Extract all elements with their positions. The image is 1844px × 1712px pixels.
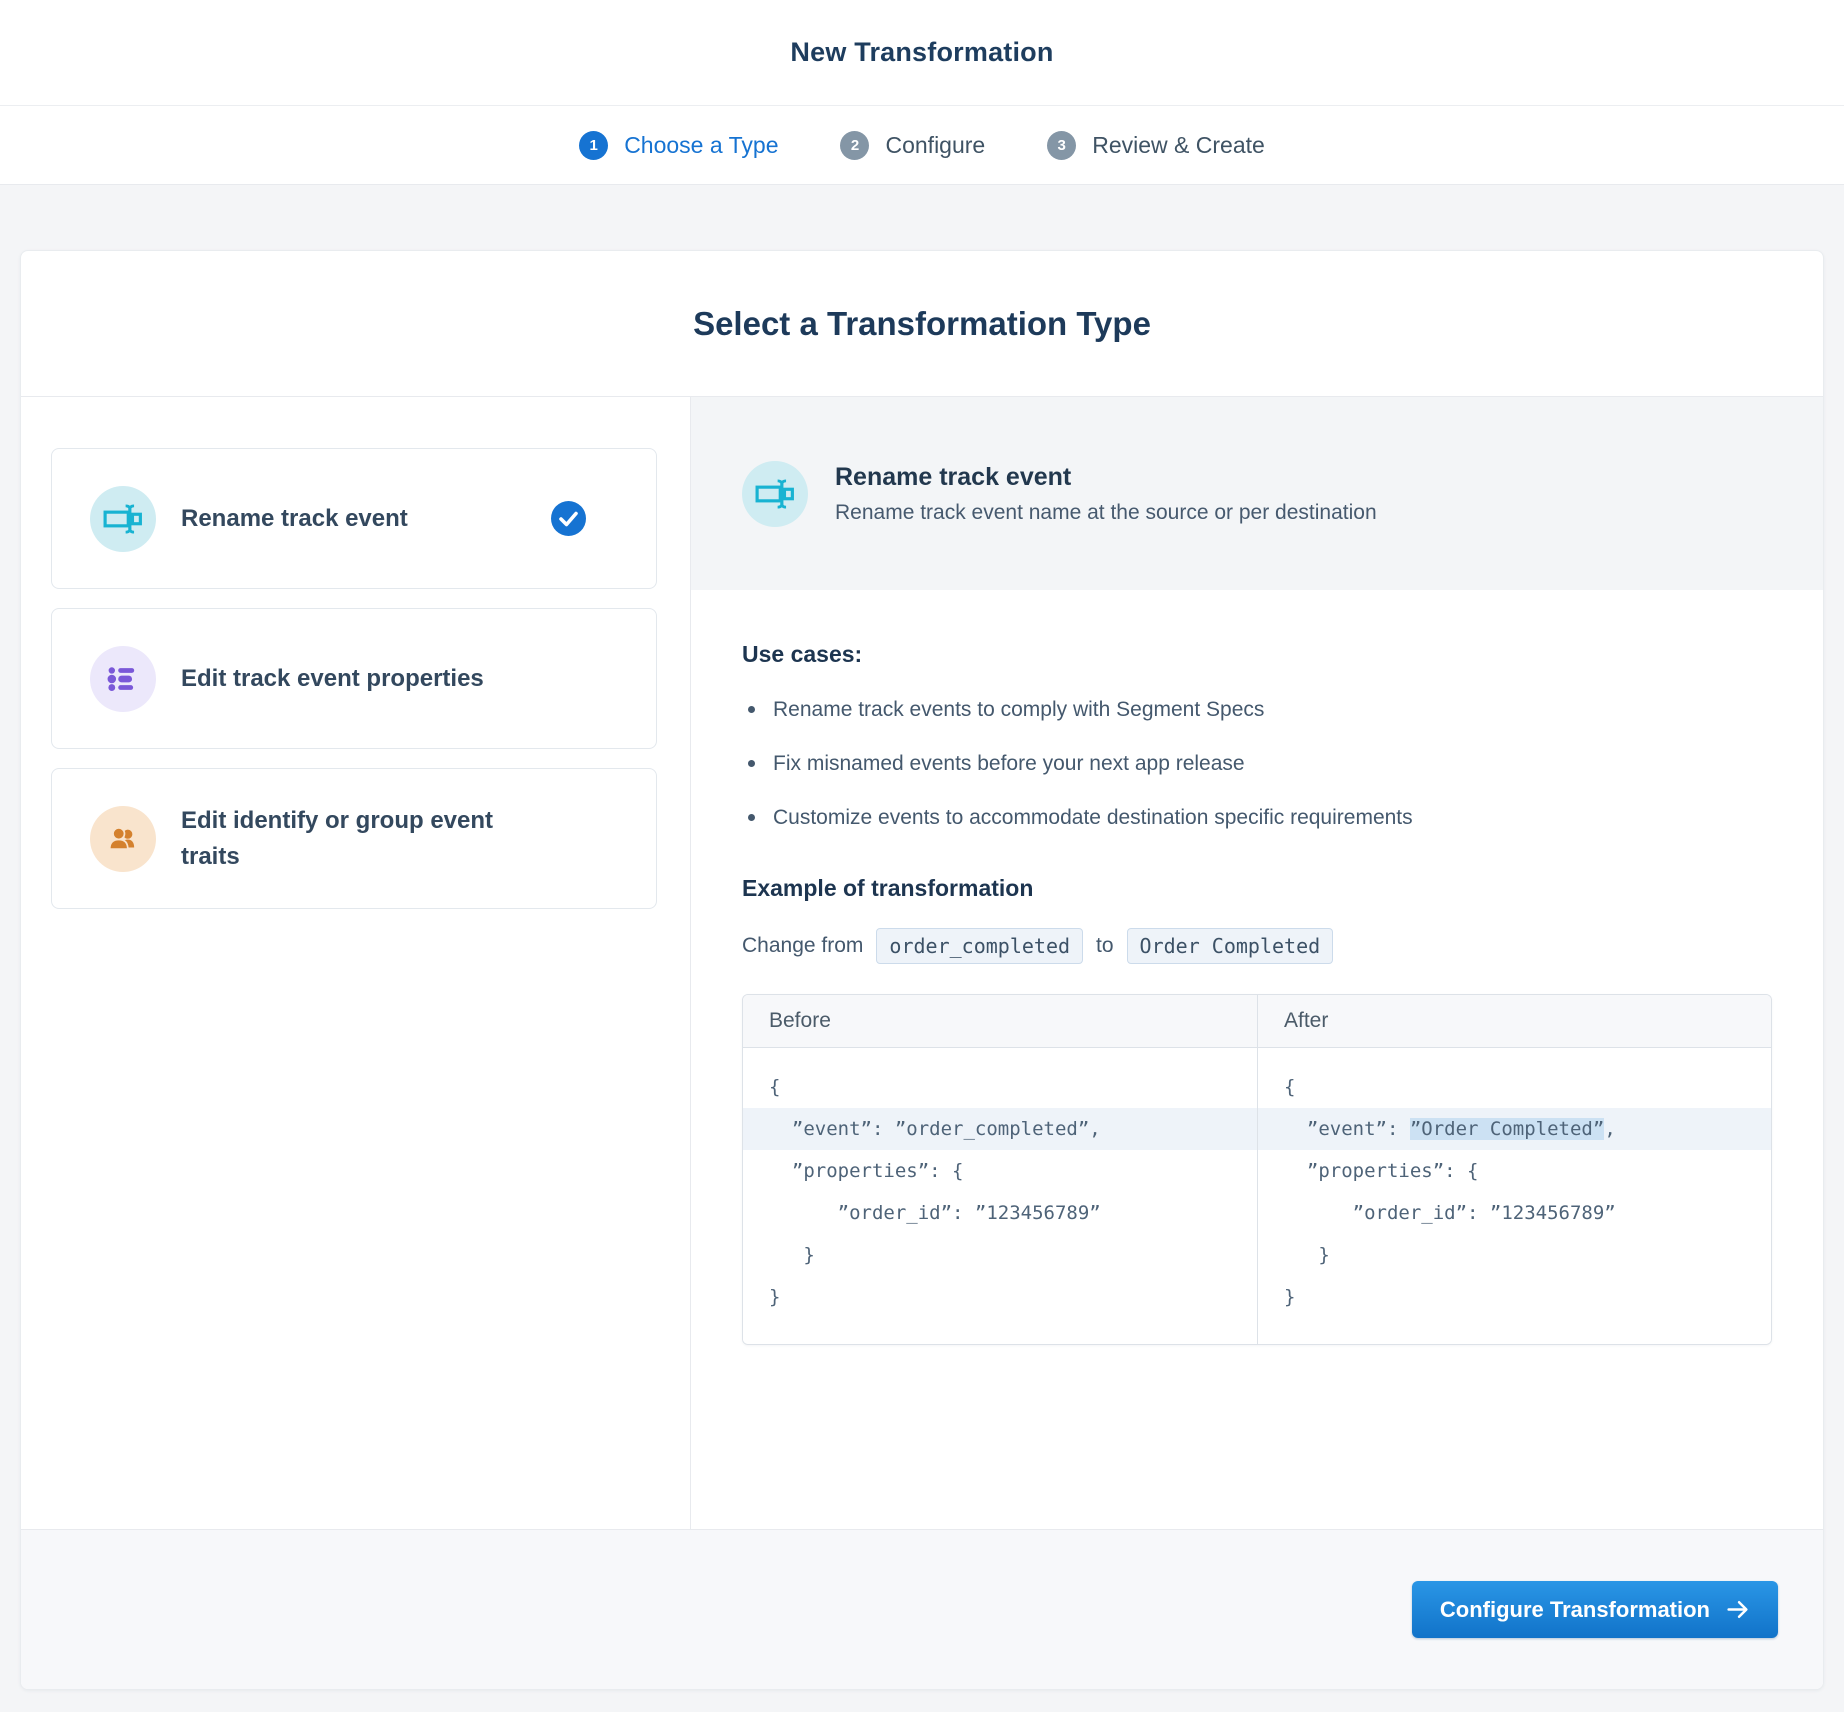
code-line: } bbox=[769, 1286, 781, 1308]
option-label: Edit track event properties bbox=[181, 664, 484, 692]
step-choose-a-type[interactable]: 1 Choose a Type bbox=[579, 130, 779, 160]
code-line: } bbox=[1284, 1244, 1330, 1266]
use-case-item: Rename track events to comply with Segme… bbox=[742, 698, 1772, 722]
option-edit-track-event-properties[interactable]: Edit track event properties bbox=[51, 608, 657, 749]
code-line: { bbox=[769, 1076, 781, 1098]
selected-check-icon bbox=[551, 501, 586, 536]
step-1-circle: 1 bbox=[579, 130, 609, 160]
step-3-label: Review & Create bbox=[1092, 131, 1265, 158]
before-code-block: { ”event”: ”order_completed”, ”propertie… bbox=[743, 1048, 1257, 1344]
card-footer: Configure Transformation bbox=[21, 1529, 1823, 1689]
after-code-block: { ”event”: ”Order Completed”, ”propertie… bbox=[1257, 1048, 1771, 1344]
option-rename-track-event[interactable]: Rename track event bbox=[51, 448, 657, 589]
change-from-label: Change from bbox=[742, 934, 864, 957]
code-segment: , bbox=[1604, 1118, 1616, 1140]
configure-button-label: Configure Transformation bbox=[1439, 1596, 1710, 1622]
step-2-circle: 2 bbox=[840, 130, 870, 160]
list-icon bbox=[90, 645, 156, 712]
use-case-list: Rename track events to comply with Segme… bbox=[742, 698, 1772, 830]
code-line: } bbox=[1284, 1286, 1296, 1308]
detail-body: Use cases: Rename track events to comply… bbox=[691, 590, 1823, 1345]
before-after-table: Before After { ”event”: ”order_completed… bbox=[742, 994, 1772, 1345]
use-case-item: Fix misnamed events before your next app… bbox=[742, 752, 1772, 776]
renamed-value-highlight: ”Order Completed” bbox=[1409, 1118, 1605, 1140]
example-heading: Example of transformation bbox=[742, 875, 1034, 901]
step-configure[interactable]: 2 Configure bbox=[840, 130, 986, 160]
change-example-row: Change from order_completed to Order Com… bbox=[742, 928, 1772, 964]
code-segment: ”event”: bbox=[1284, 1118, 1410, 1140]
card-title-block: Select a Transformation Type bbox=[21, 251, 1823, 397]
step-1-label: Choose a Type bbox=[624, 131, 779, 158]
option-edit-identify-or-group-event-traits[interactable]: Edit identify or group event traits bbox=[51, 768, 657, 909]
arrow-right-icon bbox=[1725, 1597, 1750, 1622]
option-label: Edit identify or group event traits bbox=[181, 806, 494, 870]
step-3-circle: 3 bbox=[1047, 130, 1077, 160]
card-content: Rename track event Edit track event prop… bbox=[21, 397, 1823, 1529]
code-line: { bbox=[1284, 1076, 1296, 1098]
change-from-code-chip: order_completed bbox=[876, 928, 1084, 964]
code-line: } bbox=[769, 1244, 815, 1266]
transformation-options-list: Rename track event Edit track event prop… bbox=[21, 397, 691, 1529]
detail-header-text: Rename track event Rename track event na… bbox=[835, 463, 1377, 525]
app-header: New Transformation bbox=[0, 0, 1844, 106]
option-detail-panel: Rename track event Rename track event na… bbox=[691, 397, 1823, 1529]
code-line: ”order_id”: ”123456789” bbox=[1284, 1202, 1616, 1224]
step-review-create[interactable]: 3 Review & Create bbox=[1047, 130, 1265, 160]
code-line: ”order_id”: ”123456789” bbox=[769, 1202, 1101, 1224]
option-label: Rename track event bbox=[181, 504, 408, 532]
code-line-highlighted: ”event”: ”Order Completed”, bbox=[1258, 1108, 1771, 1150]
detail-subtitle: Rename track event name at the source or… bbox=[835, 500, 1377, 524]
detail-title: Rename track event bbox=[835, 462, 1072, 491]
change-to-label: to bbox=[1096, 934, 1114, 957]
rename-icon bbox=[742, 460, 808, 527]
configure-transformation-button[interactable]: Configure Transformation bbox=[1411, 1581, 1778, 1638]
code-line-highlighted: ”event”: ”order_completed”, bbox=[743, 1108, 1257, 1150]
code-line: ”properties”: { bbox=[769, 1160, 964, 1182]
wizard-step-bar: 1 Choose a Type 2 Configure 3 Review & C… bbox=[0, 106, 1844, 185]
before-column-header: Before bbox=[743, 995, 1257, 1048]
rename-icon bbox=[90, 485, 156, 552]
people-icon bbox=[90, 805, 156, 872]
transformation-type-card: Select a Transformation Type Rename trac… bbox=[20, 250, 1824, 1690]
after-column-header: After bbox=[1257, 995, 1771, 1048]
step-2-label: Configure bbox=[885, 131, 986, 158]
use-case-item: Customize events to accommodate destinat… bbox=[742, 806, 1772, 830]
card-title: Select a Transformation Type bbox=[693, 304, 1151, 342]
detail-header: Rename track event Rename track event na… bbox=[691, 397, 1823, 590]
use-cases-heading: Use cases: bbox=[742, 641, 863, 667]
change-to-code-chip: Order Completed bbox=[1126, 928, 1334, 964]
code-line: ”properties”: { bbox=[1284, 1160, 1479, 1182]
page-title: New Transformation bbox=[790, 37, 1054, 67]
